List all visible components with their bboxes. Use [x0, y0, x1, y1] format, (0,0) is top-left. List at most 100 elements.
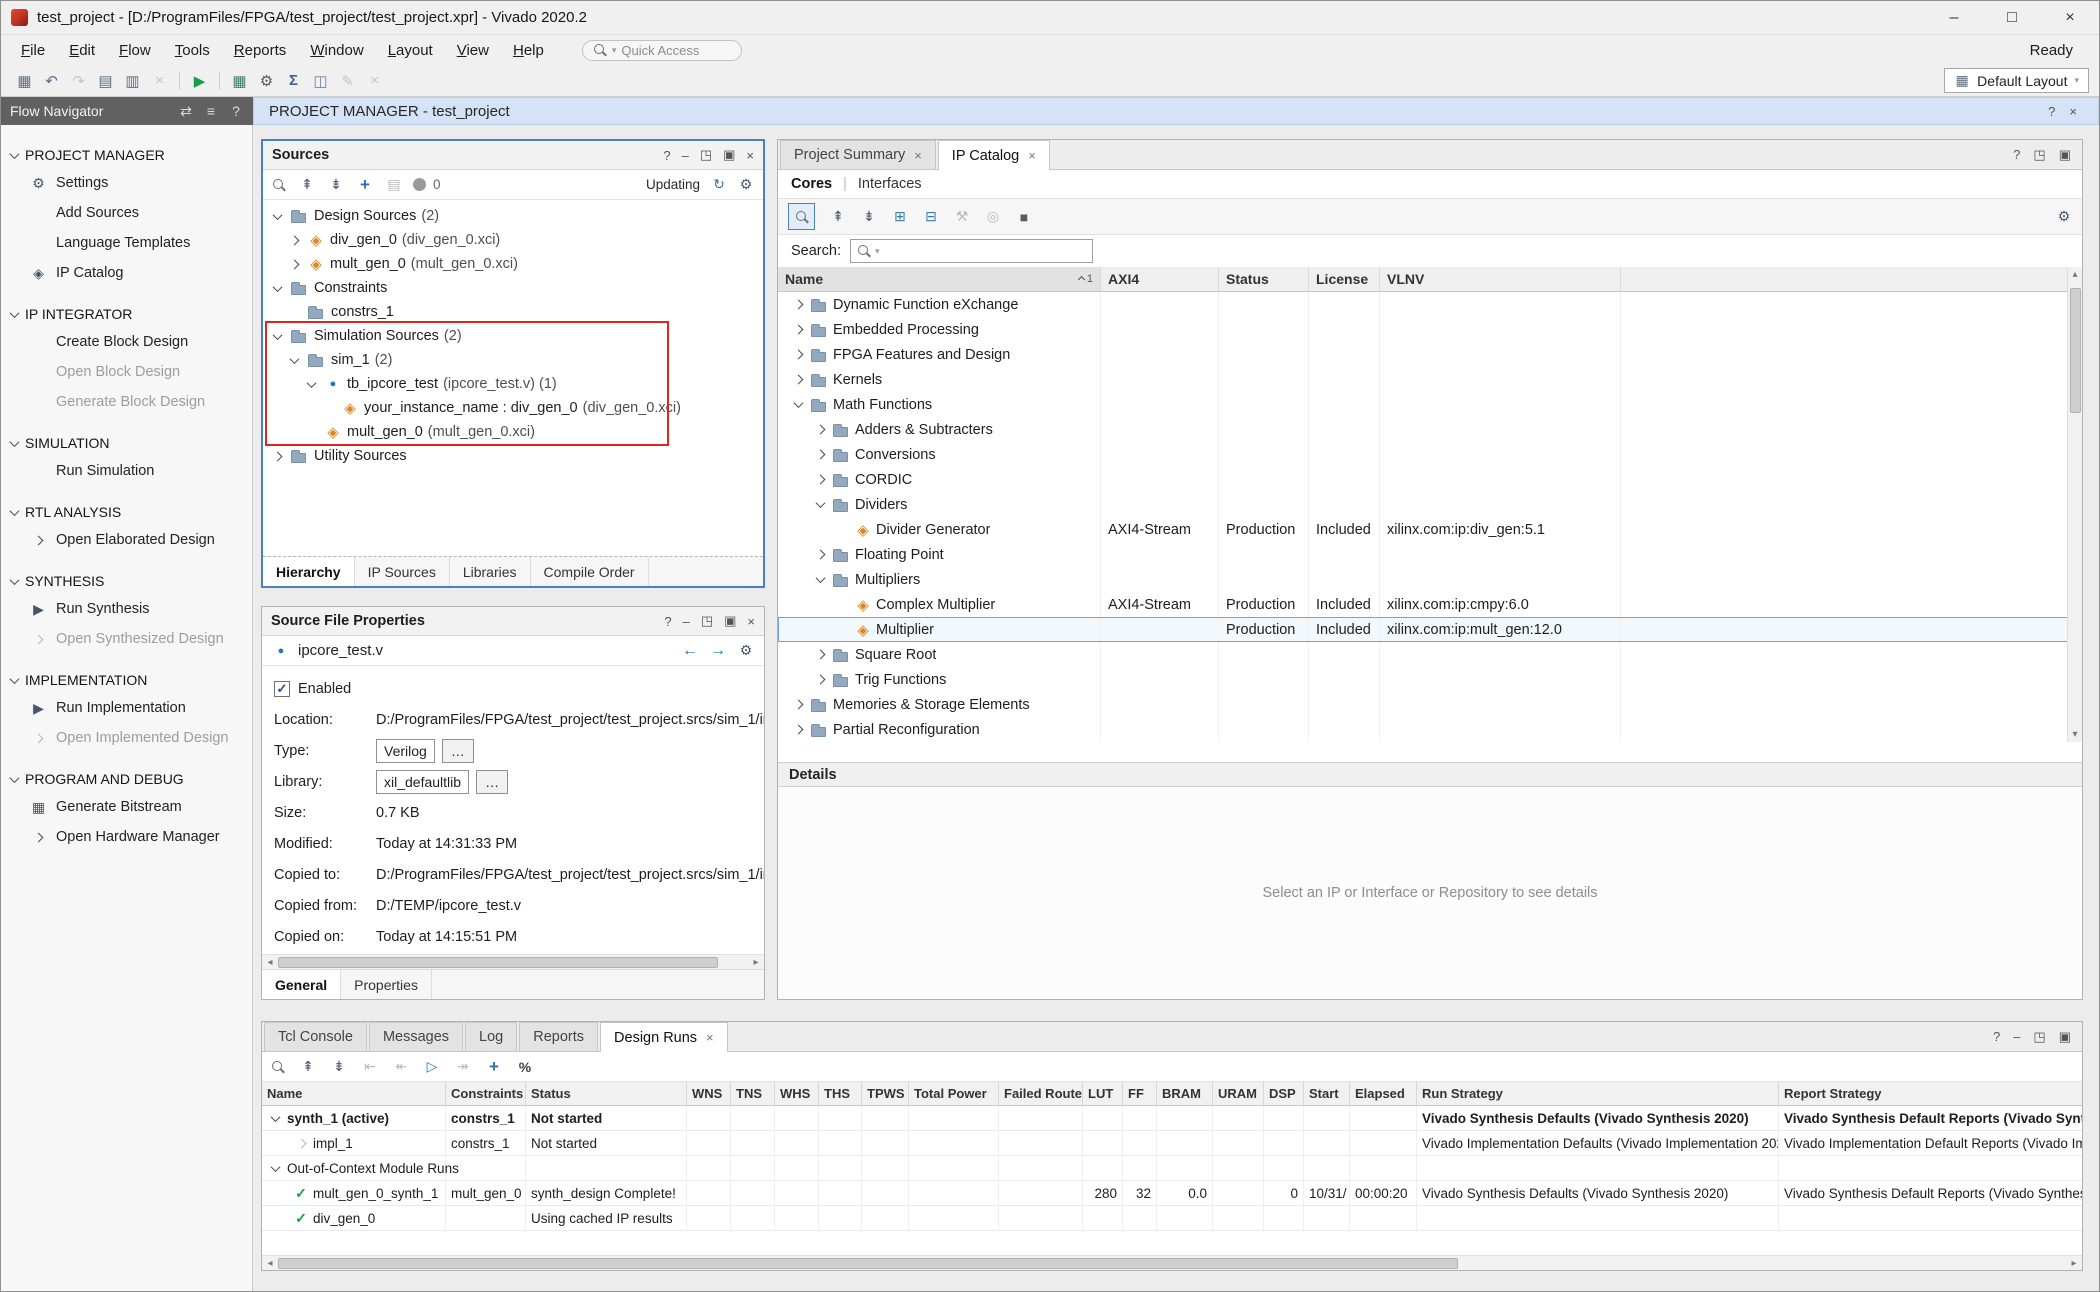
maximize-button[interactable]: □: [1983, 1, 2041, 34]
tab-design-runs[interactable]: Design Runs×: [600, 1022, 728, 1052]
file-icon[interactable]: ▤: [386, 176, 402, 194]
design-run-row[interactable]: ✓mult_gen_0_synth_1mult_gen_0synth_desig…: [262, 1181, 2082, 1206]
expander-icon[interactable]: [289, 354, 299, 364]
close-button[interactable]: ×: [2041, 1, 2099, 34]
column-header-report-strategy[interactable]: Report Strategy: [1779, 1082, 2083, 1105]
menu-layout[interactable]: Layout: [376, 39, 445, 62]
tab-messages[interactable]: Messages: [369, 1022, 463, 1051]
column-header-tns[interactable]: TNS: [731, 1082, 775, 1105]
column-header-total-power[interactable]: Total Power: [909, 1082, 999, 1105]
close-icon[interactable]: ×: [706, 1030, 714, 1045]
flow-item-open-implemented-design[interactable]: Open Implemented Design: [1, 723, 252, 753]
paste-icon[interactable]: ▥: [119, 68, 146, 93]
delete-icon[interactable]: ×: [146, 68, 173, 93]
settings-icon[interactable]: ⚙: [738, 176, 754, 194]
expand-all-icon[interactable]: ⇟: [861, 208, 877, 226]
fast-forward-icon[interactable]: ↠: [455, 1058, 471, 1076]
settings-icon[interactable]: ⚙: [2056, 208, 2072, 226]
close-icon[interactable]: ×: [914, 148, 922, 163]
catalog-row[interactable]: Floating Point: [778, 542, 2082, 567]
expander-icon[interactable]: [306, 378, 316, 388]
panel-help-button[interactable]: ?: [1993, 1029, 2000, 1044]
tab-reports[interactable]: Reports: [519, 1022, 598, 1051]
expander-icon[interactable]: [270, 1162, 280, 1172]
expander-icon[interactable]: [793, 325, 803, 335]
panel-float-button[interactable]: ◳: [700, 147, 712, 163]
flow-item-add-sources[interactable]: Add Sources: [1, 198, 252, 228]
expander-icon[interactable]: [815, 450, 825, 460]
tree-row[interactable]: Utility Sources: [263, 444, 763, 468]
property-combo[interactable]: Verilog: [376, 739, 435, 763]
column-header-elapsed[interactable]: Elapsed: [1350, 1082, 1417, 1105]
help-icon[interactable]: ?: [2048, 104, 2055, 119]
catalog-row[interactable]: CORDIC: [778, 467, 2082, 492]
menu-tools[interactable]: Tools: [163, 39, 222, 62]
percent-icon[interactable]: %: [517, 1058, 533, 1076]
flow-item-open-block-design[interactable]: Open Block Design: [1, 357, 252, 387]
flow-section-header-program-and-debug[interactable]: PROGRAM AND DEBUG: [1, 766, 252, 792]
tab-general[interactable]: General: [262, 970, 341, 999]
design-run-row[interactable]: impl_1constrs_1Not startedVivado Impleme…: [262, 1131, 2082, 1156]
add-icon[interactable]: +: [357, 176, 373, 194]
hierarchy-add-icon[interactable]: ⊟: [923, 208, 939, 226]
tree-row[interactable]: Simulation Sources(2): [263, 324, 763, 348]
expander-icon[interactable]: [270, 1112, 280, 1122]
scrollbar-thumb[interactable]: [278, 957, 718, 968]
runs-hscrollbar[interactable]: ◂ ▸: [262, 1255, 2082, 1270]
close-icon[interactable]: ×: [2069, 104, 2077, 119]
layout-toggle-icon[interactable]: ⇄: [178, 102, 194, 120]
column-header-ff[interactable]: FF: [1123, 1082, 1157, 1105]
tree-row[interactable]: ●tb_ipcore_test(ipcore_test.v) (1): [263, 372, 763, 396]
catalog-row[interactable]: ◈Divider GeneratorAXI4-StreamProductionI…: [778, 517, 2082, 542]
square-icon[interactable]: ■: [1016, 208, 1032, 226]
column-header-status[interactable]: Status: [1219, 267, 1309, 291]
scroll-left-icon[interactable]: ◂: [262, 1258, 278, 1269]
expander-icon[interactable]: [793, 398, 803, 408]
scroll-up-icon[interactable]: ▴: [2072, 267, 2077, 282]
expander-icon[interactable]: [793, 375, 803, 385]
catalog-row[interactable]: Math Functions: [778, 392, 2082, 417]
back-icon[interactable]: ←: [682, 642, 698, 660]
add-icon[interactable]: +: [486, 1058, 502, 1076]
expander-icon[interactable]: [272, 330, 282, 340]
tree-row[interactable]: constrs_1: [263, 300, 763, 324]
tree-row[interactable]: ◈mult_gen_0(mult_gen_0.xci): [263, 420, 763, 444]
flow-item-generate-bitstream[interactable]: ▦Generate Bitstream: [1, 792, 252, 822]
column-header-dsp[interactable]: DSP: [1264, 1082, 1304, 1105]
copy-icon[interactable]: ▤: [92, 68, 119, 93]
more-button[interactable]: …: [442, 739, 474, 763]
search-icon[interactable]: [271, 1060, 285, 1074]
scrollbar-thumb[interactable]: [2070, 288, 2081, 413]
tree-row[interactable]: ◈div_gen_0(div_gen_0.xci): [263, 228, 763, 252]
panel-maximize-button[interactable]: ▣: [723, 147, 735, 163]
settings-icon[interactable]: ⚙: [253, 68, 280, 93]
catalog-row[interactable]: Multipliers: [778, 567, 2082, 592]
column-header-wns[interactable]: WNS: [687, 1082, 731, 1105]
column-header-failed-routes[interactable]: Failed Routes: [999, 1082, 1083, 1105]
expander-icon[interactable]: [793, 725, 803, 735]
flow-item-settings[interactable]: ⚙Settings: [1, 168, 252, 198]
tree-row[interactable]: Constraints: [263, 276, 763, 300]
tree-row[interactable]: Design Sources(2): [263, 204, 763, 228]
column-header-ths[interactable]: THS: [819, 1082, 862, 1105]
panel-close-button[interactable]: ×: [747, 614, 755, 629]
more-button[interactable]: …: [476, 770, 508, 794]
tab-hierarchy[interactable]: Hierarchy: [263, 557, 355, 586]
edit-icon[interactable]: ✎: [334, 68, 361, 93]
scroll-right-icon[interactable]: ▸: [2066, 1258, 2082, 1269]
column-header-name[interactable]: Name1: [778, 267, 1101, 291]
catalog-row[interactable]: Square Root: [778, 642, 2082, 667]
enabled-checkbox[interactable]: ✓: [274, 681, 290, 697]
menu-help[interactable]: Help: [501, 39, 556, 62]
column-header-license[interactable]: License: [1309, 267, 1380, 291]
tab-ip-sources[interactable]: IP Sources: [355, 557, 450, 586]
expander-icon[interactable]: [793, 300, 803, 310]
panel-help-button[interactable]: ?: [664, 614, 671, 629]
expander-icon[interactable]: [815, 675, 825, 685]
catalog-row[interactable]: ◈Complex MultiplierAXI4-StreamProduction…: [778, 592, 2082, 617]
collapse-all-icon[interactable]: ⇞: [299, 176, 315, 194]
refresh-icon[interactable]: ↻: [711, 176, 727, 194]
scroll-right-icon[interactable]: ▸: [748, 957, 764, 968]
column-header-constraints[interactable]: Constraints: [446, 1082, 526, 1105]
tree-row[interactable]: ◈mult_gen_0(mult_gen_0.xci): [263, 252, 763, 276]
